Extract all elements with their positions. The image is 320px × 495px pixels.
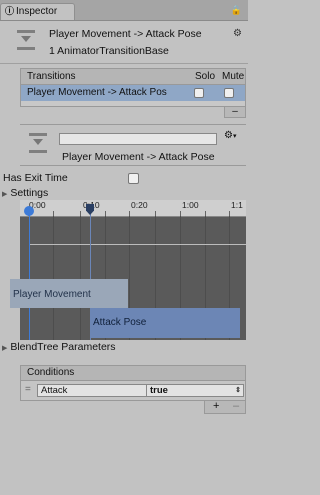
conditions-footer: + – xyxy=(204,401,246,414)
curve-line xyxy=(29,244,246,245)
header-title: Player Movement -> Attack Pose xyxy=(49,28,202,40)
header-subtitle: 1 AnimatorTransitionBase xyxy=(49,45,169,57)
tab-inspector[interactable]: ⓘ Inspector xyxy=(0,3,75,20)
transition-name-field[interactable] xyxy=(59,133,217,145)
mute-column-label: Mute xyxy=(222,71,245,82)
start-marker-handle[interactable] xyxy=(24,206,34,216)
condition-value-dropdown[interactable]: true ⇕ xyxy=(146,384,244,397)
condition-parameter-value: Attack xyxy=(41,385,68,396)
remove-transition-button[interactable]: – xyxy=(224,107,246,118)
conditions-header: Conditions xyxy=(20,365,246,381)
add-condition-button[interactable]: + xyxy=(213,401,219,412)
gear-icon[interactable]: ⚙▾ xyxy=(224,130,236,141)
condition-value-value: true xyxy=(150,385,168,396)
remove-condition-button[interactable]: – xyxy=(233,401,239,412)
transitions-header-label: Transitions xyxy=(27,71,76,82)
tick-label: 1:1 xyxy=(231,200,243,210)
mute-checkbox[interactable] xyxy=(224,88,234,98)
transition-icon xyxy=(17,30,35,52)
state-bar-attack-pose[interactable]: Attack Pose xyxy=(90,308,240,338)
has-exit-time-checkbox[interactable] xyxy=(128,173,139,184)
blendtree-foldout[interactable]: ▶ BlendTree Parameters xyxy=(2,341,116,353)
transition-row-label: Player Movement -> Attack Pos xyxy=(27,87,167,98)
foldout-arrow-icon: ▶ xyxy=(2,345,8,352)
blendtree-label: BlendTree Parameters xyxy=(10,341,116,353)
divider xyxy=(20,165,246,166)
transitions-list-footer xyxy=(20,101,246,107)
transitions-header: Transitions Solo Mute xyxy=(20,68,246,85)
info-icon: ⓘ xyxy=(5,6,15,16)
solo-column-label: Solo xyxy=(195,71,216,82)
settings-label: Settings xyxy=(10,187,49,199)
lock-icon[interactable]: 🔒 xyxy=(231,5,244,16)
dropdown-arrows-icon: ⇕ xyxy=(235,387,241,394)
tab-bar: ⓘ Inspector 🔒 xyxy=(0,0,248,21)
timeline-ruler: 0:00 0:10 0:20 1:00 1:1 xyxy=(20,200,246,217)
condition-row[interactable]: = Attack ▼ true ⇕ xyxy=(20,381,246,401)
drag-handle-icon[interactable]: = xyxy=(25,384,31,395)
tick-label: 0:20 xyxy=(131,200,148,210)
transition-caption: Player Movement -> Attack Pose xyxy=(62,151,215,163)
conditions-header-label: Conditions xyxy=(27,367,75,378)
foldout-arrow-icon: ▶ xyxy=(2,191,8,198)
transition-icon xyxy=(29,133,47,155)
state-bar-player-movement[interactable]: Player Movement xyxy=(10,279,128,308)
divider xyxy=(0,63,248,64)
start-marker-line xyxy=(29,212,30,340)
has-exit-time-label: Has Exit Time xyxy=(3,172,68,184)
tab-label: Inspector xyxy=(16,6,58,17)
gear-icon[interactable]: ⚙ xyxy=(233,28,242,39)
transition-row[interactable]: Player Movement -> Attack Pos xyxy=(20,85,246,101)
condition-parameter-dropdown[interactable]: Attack ▼ xyxy=(37,384,159,397)
tick-label: 1:00 xyxy=(182,200,199,210)
divider xyxy=(20,124,246,125)
solo-checkbox[interactable] xyxy=(194,88,204,98)
settings-foldout[interactable]: ▶ Settings xyxy=(2,187,48,199)
